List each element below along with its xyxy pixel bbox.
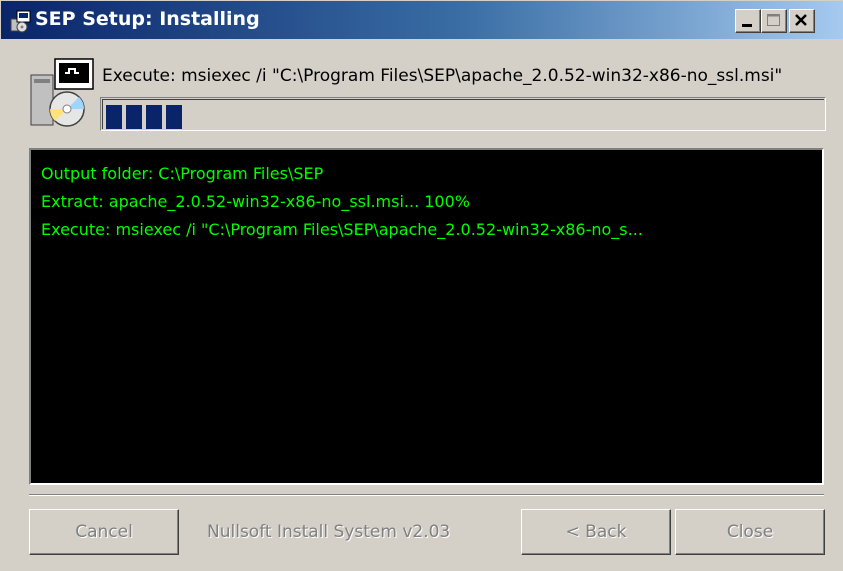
install-progress-bar xyxy=(100,97,826,131)
maximize-button[interactable] xyxy=(761,9,787,33)
back-button[interactable]: < Back xyxy=(521,509,671,555)
current-action-label: Execute: msiexec /i "C:\Program Files\SE… xyxy=(102,66,783,86)
log-line: Execute: msiexec /i "C:\Program Files\SE… xyxy=(41,220,643,239)
package-cd-icon xyxy=(29,57,99,129)
footer-divider xyxy=(29,494,824,496)
maximize-icon xyxy=(767,14,780,26)
installer-icon xyxy=(9,9,33,33)
progress-block xyxy=(126,105,142,129)
close-window-button[interactable] xyxy=(789,9,815,33)
close-icon xyxy=(795,14,807,26)
log-line: Extract: apache_2.0.52-win32-x86-no_ssl.… xyxy=(41,192,470,211)
progress-block xyxy=(106,105,122,129)
progress-block xyxy=(146,105,162,129)
window-title: SEP Setup: Installing xyxy=(35,8,260,30)
nsis-branding: Nullsoft Install System v2.03 xyxy=(207,522,451,542)
minimize-button[interactable] xyxy=(735,9,761,33)
install-log[interactable]: Output folder: C:\Program Files\SEP Extr… xyxy=(29,148,824,485)
installer-window: SEP Setup: Installing Execute: msiexec /… xyxy=(0,0,843,571)
cancel-button[interactable]: Cancel xyxy=(29,509,179,555)
log-line: Output folder: C:\Program Files\SEP xyxy=(41,164,324,183)
close-button[interactable]: Close xyxy=(675,509,825,555)
minimize-icon xyxy=(742,24,752,27)
title-bar[interactable]: SEP Setup: Installing xyxy=(1,1,843,39)
progress-block xyxy=(166,105,182,129)
